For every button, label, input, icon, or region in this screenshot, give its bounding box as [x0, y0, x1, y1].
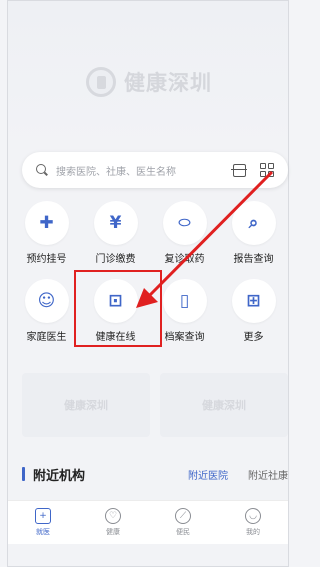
service-label: 档案查询 — [164, 332, 205, 343]
yen-receipt-icon: ¥ — [109, 212, 122, 233]
banner-row: 健康深圳 健康深圳 — [22, 373, 288, 437]
plus-square-icon: + — [35, 508, 51, 524]
nearby-section-header: 附近机构 附近医院 附近社康 — [22, 461, 288, 487]
highlight-box — [74, 270, 162, 347]
nav-item-profile[interactable]: ◡ 我的 — [225, 508, 281, 537]
service-label: 预约挂号 — [26, 254, 67, 265]
service-label: 更多 — [243, 332, 264, 343]
search-bar[interactable]: 搜索医院、社康、医生名称 — [22, 152, 288, 188]
search-icon — [36, 164, 48, 176]
nav-label: 就医 — [36, 528, 50, 536]
nearby-title: 附近机构 — [33, 468, 86, 484]
service-family-doctor[interactable]: ☺ 家庭医生 — [12, 279, 81, 343]
nav-label: 我的 — [246, 528, 260, 536]
service-more[interactable]: ⊞ 更多 — [219, 279, 288, 343]
plus-cross-icon: ✚ — [39, 212, 54, 233]
nav-item-health[interactable]: ♡ 健康 — [85, 508, 141, 537]
folder-icon: ▯ — [179, 290, 190, 311]
compass-icon: ⟋ — [175, 508, 191, 524]
service-label: 门诊缴费 — [95, 254, 136, 265]
service-label: 报告查询 — [233, 254, 274, 265]
doctor-icon: ☺ — [37, 290, 56, 311]
nav-label: 便民 — [176, 528, 190, 536]
brand-name: 健康深圳 — [124, 71, 212, 95]
service-appointment[interactable]: ✚ 预约挂号 — [12, 201, 81, 265]
section-accent-bar — [22, 467, 25, 481]
tab-nearby-clinics[interactable]: 附近社康 — [248, 467, 288, 482]
search-input[interactable]: 搜索医院、社康、医生名称 — [56, 163, 233, 178]
nav-label: 健康 — [106, 528, 120, 536]
service-label: 复诊取药 — [164, 254, 205, 265]
qr-code-icon[interactable] — [260, 163, 274, 177]
grid-more-icon: ⊞ — [246, 290, 261, 311]
nav-item-convenience[interactable]: ⟋ 便民 — [155, 508, 211, 537]
service-label: 家庭医生 — [26, 332, 67, 343]
service-refill[interactable]: ⬭ 复诊取药 — [150, 201, 219, 265]
service-report[interactable]: ⌕ 报告查询 — [219, 201, 288, 265]
banner-right[interactable]: 健康深圳 — [160, 373, 288, 437]
heart-icon: ♡ — [105, 508, 121, 524]
scan-icon[interactable] — [231, 163, 247, 177]
pill-icon: ⬭ — [178, 215, 191, 231]
banner-left[interactable]: 健康深圳 — [22, 373, 150, 437]
bottom-nav: + 就医 ♡ 健康 ⟋ 便民 ◡ 我的 — [8, 500, 288, 544]
smile-icon: ◡ — [245, 508, 261, 524]
brand-emblem-icon — [86, 67, 116, 97]
report-search-icon: ⌕ — [248, 212, 259, 233]
service-payment[interactable]: ¥ 门诊缴费 — [81, 201, 150, 265]
hero-header: 健康深圳 — [8, 1, 288, 151]
brand-logo: 健康深圳 — [86, 67, 212, 97]
tab-nearby-hospitals[interactable]: 附近医院 — [188, 467, 228, 482]
nav-item-medical[interactable]: + 就医 — [15, 508, 71, 537]
